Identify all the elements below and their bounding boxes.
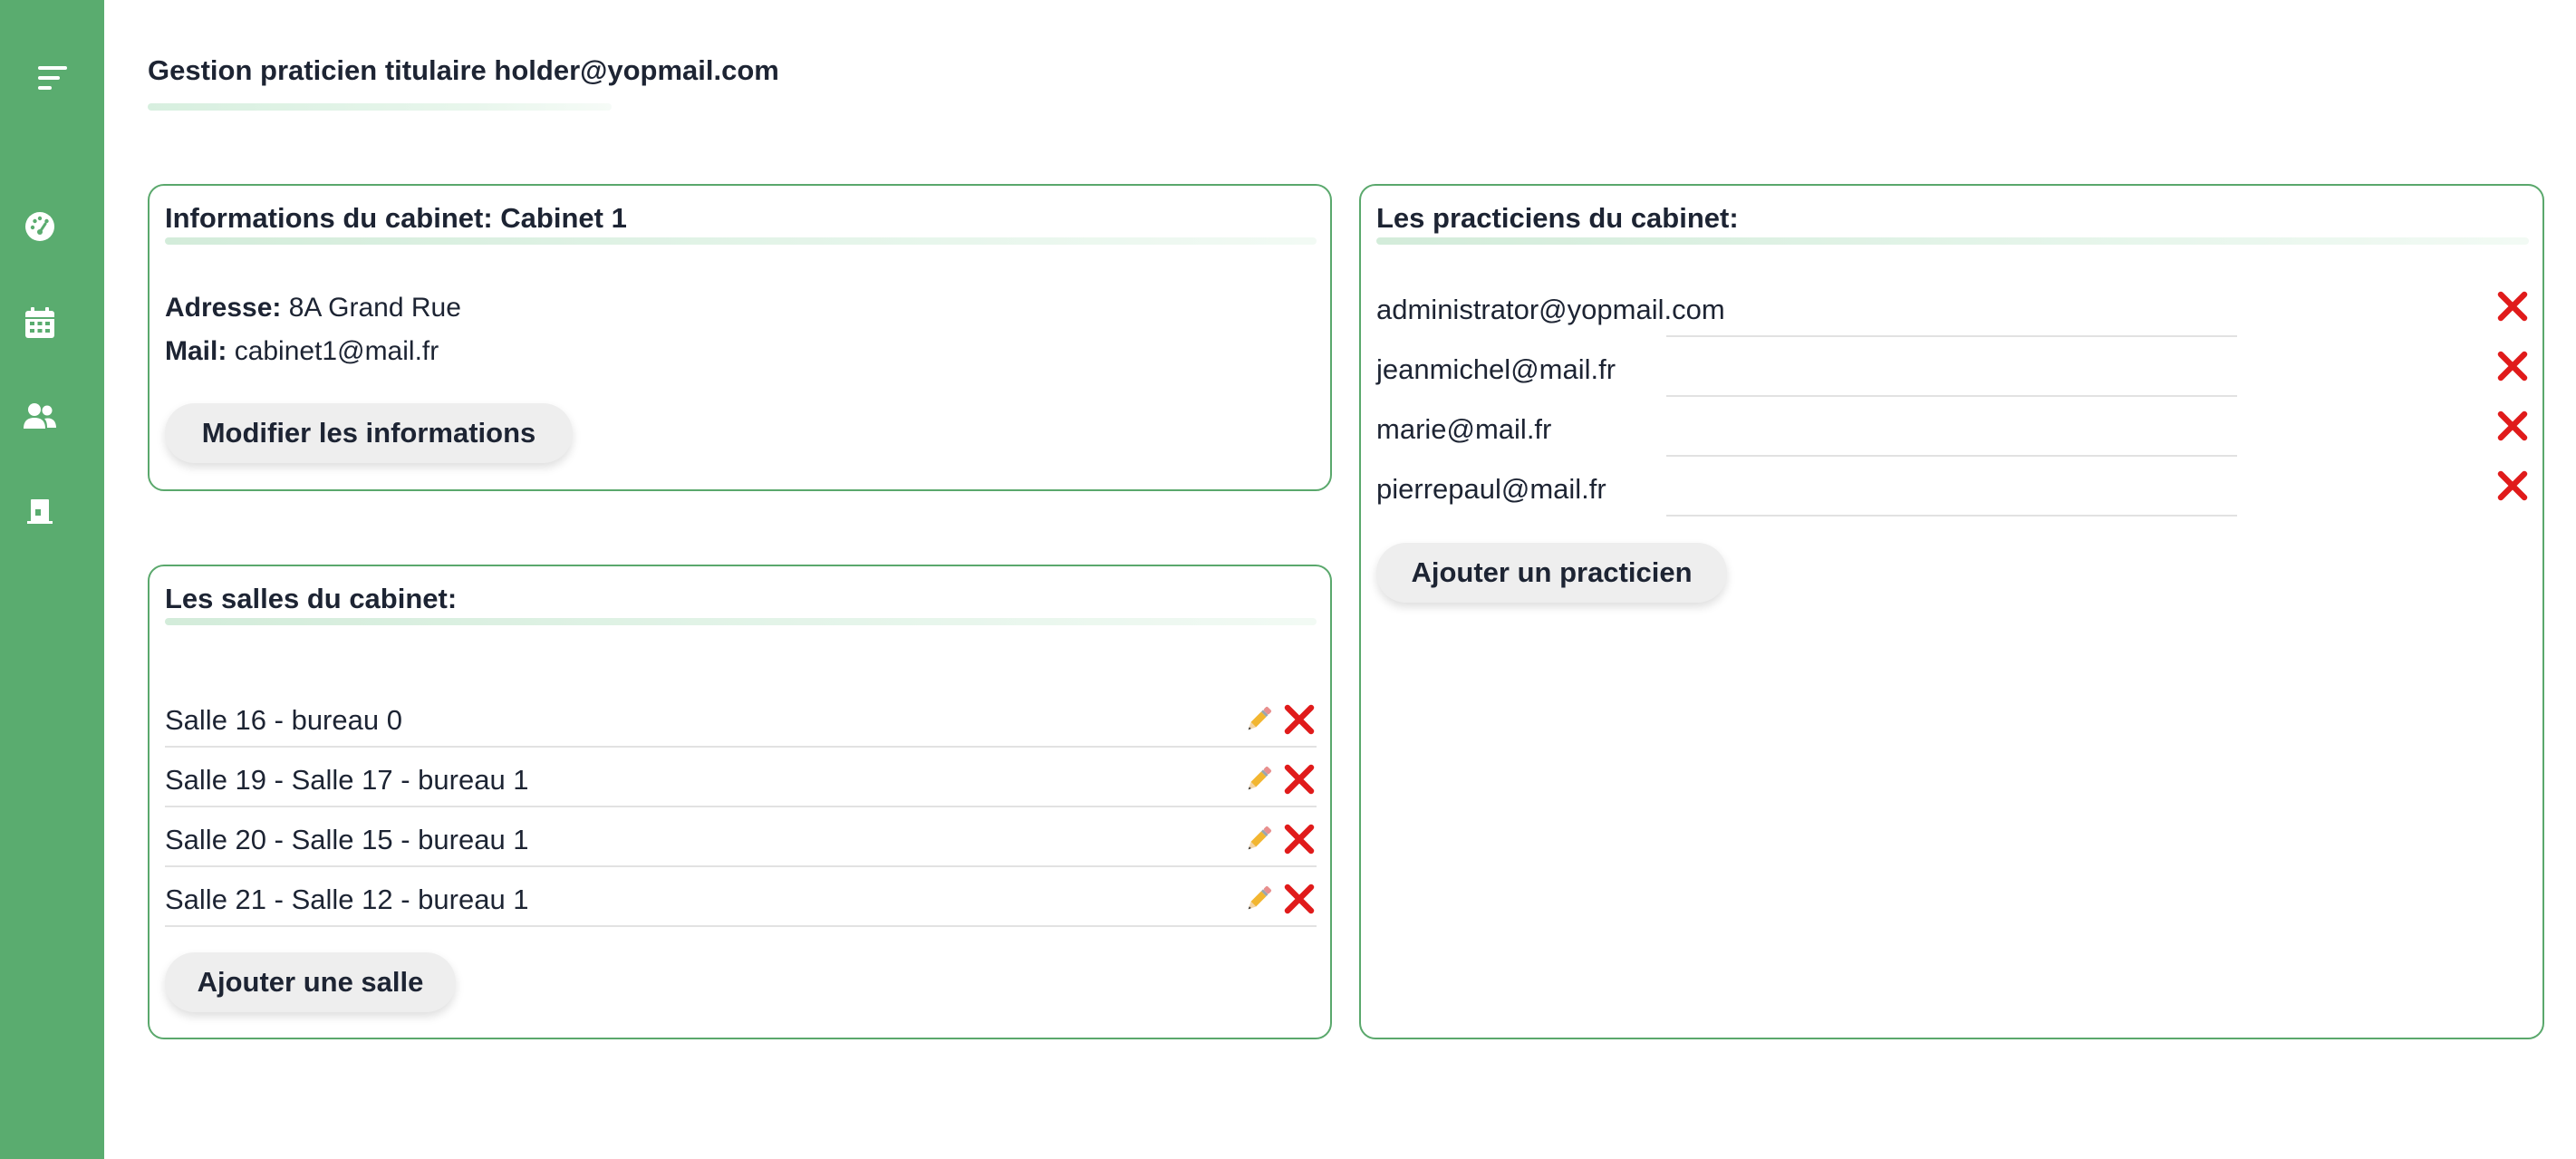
practitioner-email: jeanmichel@mail.fr [1376, 353, 1616, 385]
practitioner-row: administrator@yopmail.com [1376, 277, 2529, 337]
add-practitioner-button[interactable]: Ajouter un practicien [1376, 543, 1727, 603]
room-row: Salle 21 - Salle 12 - bureau 1 [165, 867, 1317, 927]
delete-icon[interactable] [2496, 469, 2529, 502]
menu-icon[interactable] [0, 58, 104, 98]
room-row: Salle 19 - Salle 17 - bureau 1 [165, 748, 1317, 807]
calendar-icon[interactable] [0, 303, 92, 343]
door-icon[interactable] [0, 491, 92, 531]
delete-icon[interactable] [1283, 823, 1316, 855]
cabinet-info-card: Informations du cabinet: Cabinet 1 Adres… [148, 184, 1332, 491]
page-title: Gestion praticien titulaire holder@yopma… [148, 54, 779, 86]
mail-value: cabinet1@mail.fr [234, 336, 439, 366]
room-label: Salle 16 - bureau 0 [165, 704, 402, 736]
address-line: Adresse: 8A Grand Rue [165, 293, 461, 324]
delete-icon[interactable] [1283, 883, 1316, 915]
edit-pencil-icon[interactable] [1242, 763, 1275, 796]
edit-pencil-icon[interactable] [1242, 703, 1275, 736]
practitioner-email: pierrepaul@mail.fr [1376, 473, 1606, 505]
rooms-title: Les salles du cabinet: [165, 583, 458, 614]
practitioner-email: administrator@yopmail.com [1376, 294, 1725, 325]
practitioner-row: pierrepaul@mail.fr [1376, 457, 2529, 517]
practitioner-row: jeanmichel@mail.fr [1376, 337, 2529, 397]
room-row: Salle 20 - Salle 15 - bureau 1 [165, 807, 1317, 867]
add-room-button[interactable]: Ajouter une salle [165, 952, 456, 1012]
card-underline [165, 618, 1317, 625]
room-label: Salle 21 - Salle 12 - bureau 1 [165, 884, 529, 915]
delete-icon[interactable] [1283, 763, 1316, 796]
delete-icon[interactable] [2496, 410, 2529, 442]
practitioner-email: marie@mail.fr [1376, 413, 1552, 445]
practitioners-card: Les practiciens du cabinet: administrato… [1359, 184, 2544, 1039]
users-icon[interactable] [0, 397, 92, 437]
edit-pencil-icon[interactable] [1242, 883, 1275, 915]
modify-info-button[interactable]: Modifier les informations [165, 403, 573, 463]
cabinet-info-title: Informations du cabinet: Cabinet 1 [165, 202, 627, 234]
title-underline [148, 103, 612, 111]
row-divider [1666, 515, 2237, 517]
room-label: Salle 19 - Salle 17 - bureau 1 [165, 764, 529, 796]
edit-pencil-icon[interactable] [1242, 823, 1275, 855]
card-underline [165, 237, 1317, 245]
gauge-icon[interactable] [0, 207, 92, 246]
practitioners-title: Les practiciens du cabinet: [1376, 202, 1739, 234]
mail-label: Mail: [165, 336, 227, 366]
rooms-card: Les salles du cabinet: Salle 16 - bureau… [148, 565, 1332, 1039]
delete-icon[interactable] [1283, 703, 1316, 736]
card-underline [1376, 237, 2529, 245]
delete-icon[interactable] [2496, 350, 2529, 382]
practitioner-row: marie@mail.fr [1376, 397, 2529, 457]
address-value: 8A Grand Rue [288, 293, 461, 323]
sidebar [0, 0, 104, 1159]
room-label: Salle 20 - Salle 15 - bureau 1 [165, 824, 529, 855]
address-label: Adresse: [165, 293, 282, 323]
room-row: Salle 16 - bureau 0 [165, 688, 1317, 748]
mail-line: Mail: cabinet1@mail.fr [165, 336, 439, 367]
delete-icon[interactable] [2496, 290, 2529, 323]
